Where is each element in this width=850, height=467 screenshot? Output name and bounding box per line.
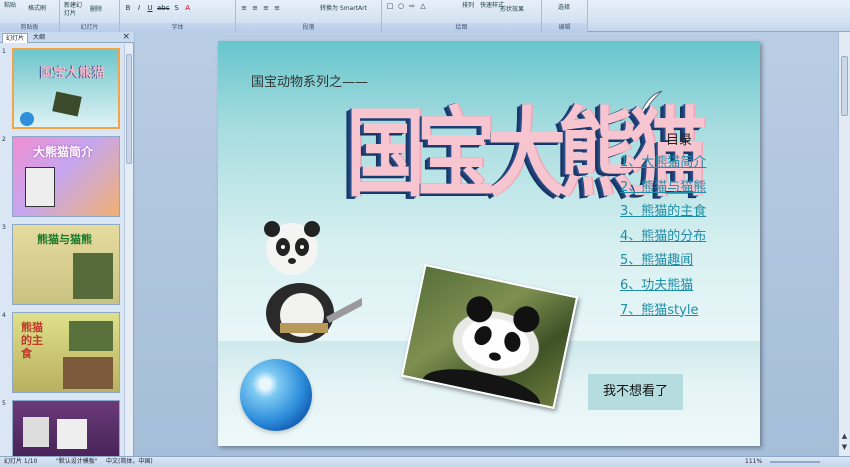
- font-group: B I U abc S A 字体: [120, 0, 236, 32]
- next-slide-icon[interactable]: ▼: [839, 443, 850, 453]
- paragraph-group: ≡ ≡ ≡ ≡ 转换为 SmartArt 段落: [236, 0, 382, 32]
- clipboard-group-label: 剪贴板: [0, 23, 59, 32]
- status-bar: 幻灯片 1/10 "默认设计模板" 中文(简体，中国) 111%: [0, 456, 850, 467]
- slide-number: 5: [2, 400, 6, 407]
- slide-index: 幻灯片 1/10: [4, 458, 38, 465]
- paste-button[interactable]: 粘贴: [4, 2, 16, 10]
- prev-slide-icon[interactable]: ▲: [839, 432, 850, 442]
- language-status: 中文(简体，中国): [106, 458, 153, 465]
- zoom-level[interactable]: 111%: [745, 457, 762, 467]
- toc-link-kungfu-panda[interactable]: 6、功夫熊猫: [620, 274, 750, 299]
- paragraph-toolbar: ≡ ≡ ≡ ≡: [240, 4, 281, 12]
- ribbon: 粘贴 格式刷 剪贴板 新建幻灯片 删除 幻灯片 B I U abc S A 字体…: [0, 0, 850, 32]
- oval-shape-icon[interactable]: ○: [397, 2, 405, 10]
- thumb-title: 熊猫与猫熊: [37, 233, 92, 246]
- delete-slide-button[interactable]: 删除: [90, 6, 102, 14]
- font-color-icon[interactable]: A: [184, 4, 192, 12]
- thumb-photo: [23, 417, 49, 447]
- clipboard-group: 粘贴 格式刷 剪贴板: [0, 0, 60, 32]
- drawing-group-label: 绘图: [382, 23, 541, 32]
- panda-eye: [470, 322, 496, 349]
- new-slide-button[interactable]: 新建幻灯片: [64, 2, 86, 18]
- shadow-icon[interactable]: S: [173, 4, 181, 12]
- slide-number: 3: [2, 224, 6, 231]
- slides-group-label: 幻灯片: [60, 23, 119, 32]
- rectangle-shape-icon[interactable]: □: [386, 2, 394, 10]
- zoom-slider[interactable]: [770, 461, 820, 463]
- strikethrough-icon[interactable]: abc: [157, 4, 170, 12]
- paragraph-group-label: 段落: [236, 23, 381, 32]
- scrollbar-thumb[interactable]: [126, 54, 132, 164]
- slide-thumbnail-2[interactable]: 大熊猫简介: [12, 136, 120, 217]
- panda-ear: [464, 293, 495, 325]
- panda-eye: [503, 330, 522, 353]
- shape-gallery: □ ○ ⇨ △: [386, 2, 427, 10]
- font-toolbar: B I U abc S A: [124, 4, 192, 12]
- thumb-photo: [69, 321, 113, 351]
- align-right-icon[interactable]: ≡: [262, 4, 270, 12]
- tab-outline[interactable]: 大纲: [30, 33, 48, 43]
- series-subtitle: 国宝动物系列之——: [251, 75, 369, 90]
- design-template: "默认设计模板": [56, 458, 98, 465]
- toc-link-diet[interactable]: 3、熊猫的主食: [620, 200, 750, 225]
- panda-ear: [510, 303, 542, 335]
- slides-panel: 幻灯片 大纲 × 1 国宝大熊猫 2 大熊猫简介 3 熊猫与猫熊 4 熊猫的主食…: [0, 32, 134, 456]
- slide-number: 4: [2, 312, 6, 319]
- thumbnail-list: 1 国宝大熊猫 2 大熊猫简介 3 熊猫与猫熊 4 熊猫的主食 5: [0, 44, 124, 456]
- arrange-button[interactable]: 排列: [462, 2, 474, 10]
- editing-group-label: 编辑: [542, 23, 587, 32]
- select-button[interactable]: 选择: [558, 4, 570, 12]
- thumbnail-scrollbar[interactable]: [124, 44, 133, 456]
- shape-effects-button[interactable]: 形状效果: [500, 6, 524, 14]
- globe-icon: [240, 359, 312, 431]
- thumb-photo: [25, 167, 55, 207]
- editing-group: 选择 编辑: [542, 0, 588, 32]
- thumb-title: 大熊猫简介: [33, 145, 94, 159]
- thumb-photo: [73, 253, 113, 299]
- arrow-shape-icon[interactable]: ⇨: [408, 2, 416, 10]
- thumb-title: 国宝大熊猫: [40, 66, 106, 81]
- thumb-photo: [57, 419, 87, 449]
- slide-number: 1: [2, 48, 6, 55]
- thumb-photo: [52, 91, 82, 117]
- format-painter-button[interactable]: 格式刷: [28, 5, 46, 13]
- slide-thumbnail-1[interactable]: 国宝大熊猫: [12, 48, 120, 129]
- triangle-shape-icon[interactable]: △: [419, 2, 427, 10]
- align-center-icon[interactable]: ≡: [251, 4, 259, 12]
- skip-button[interactable]: 我不想看了: [588, 374, 683, 410]
- toc-link-anecdotes[interactable]: 5、熊猫趣闻: [620, 249, 750, 274]
- slide-canvas[interactable]: 国宝动物系列之—— 国宝大熊猫 目录 1、大熊猫简介 2、熊猫与猫熊 3、熊猫的…: [218, 41, 760, 446]
- slide-thumbnail-4[interactable]: 熊猫的主食: [12, 312, 120, 393]
- toc-link-panda-vs-cat-bear[interactable]: 2、熊猫与猫熊: [620, 176, 750, 201]
- drawing-group: □ ○ ⇨ △ 排列 快速样式 形状效果 绘图: [382, 0, 542, 32]
- slide-number: 2: [2, 136, 6, 143]
- toc-link-intro[interactable]: 1、大熊猫简介: [620, 151, 750, 176]
- justify-icon[interactable]: ≡: [273, 4, 281, 12]
- panda-nose: [488, 351, 502, 362]
- align-left-icon[interactable]: ≡: [240, 4, 248, 12]
- underline-icon[interactable]: U: [146, 4, 154, 12]
- slides-group: 新建幻灯片 删除 幻灯片: [60, 0, 120, 32]
- slide-thumbnail-5[interactable]: [12, 400, 120, 456]
- tab-slides[interactable]: 幻灯片: [2, 33, 29, 43]
- slide-thumbnail-3[interactable]: 熊猫与猫熊: [12, 224, 120, 305]
- italic-icon[interactable]: I: [135, 4, 143, 12]
- close-panel-icon[interactable]: ×: [122, 32, 130, 43]
- thumb-photo: [63, 357, 113, 389]
- kungfu-panda-image: [264, 221, 362, 343]
- thumb-title: 熊猫的主食: [21, 321, 43, 360]
- thumb-globe: [20, 112, 34, 126]
- toc-list: 1、大熊猫简介 2、熊猫与猫熊 3、熊猫的主食 4、熊猫的分布 5、熊猫趣闻 6…: [620, 151, 750, 323]
- toc-link-distribution[interactable]: 4、熊猫的分布: [620, 225, 750, 250]
- font-group-label: 字体: [120, 23, 235, 32]
- toc-link-panda-style[interactable]: 7、熊猫style: [620, 299, 750, 324]
- panel-tabs: 幻灯片 大纲 ×: [0, 32, 134, 43]
- slide-scrollbar[interactable]: ▲ ▼: [838, 32, 850, 456]
- scrollbar-thumb[interactable]: [841, 56, 848, 116]
- smartart-button[interactable]: 转换为 SmartArt: [320, 5, 367, 13]
- toc-heading: 目录: [666, 133, 693, 148]
- bold-icon[interactable]: B: [124, 4, 132, 12]
